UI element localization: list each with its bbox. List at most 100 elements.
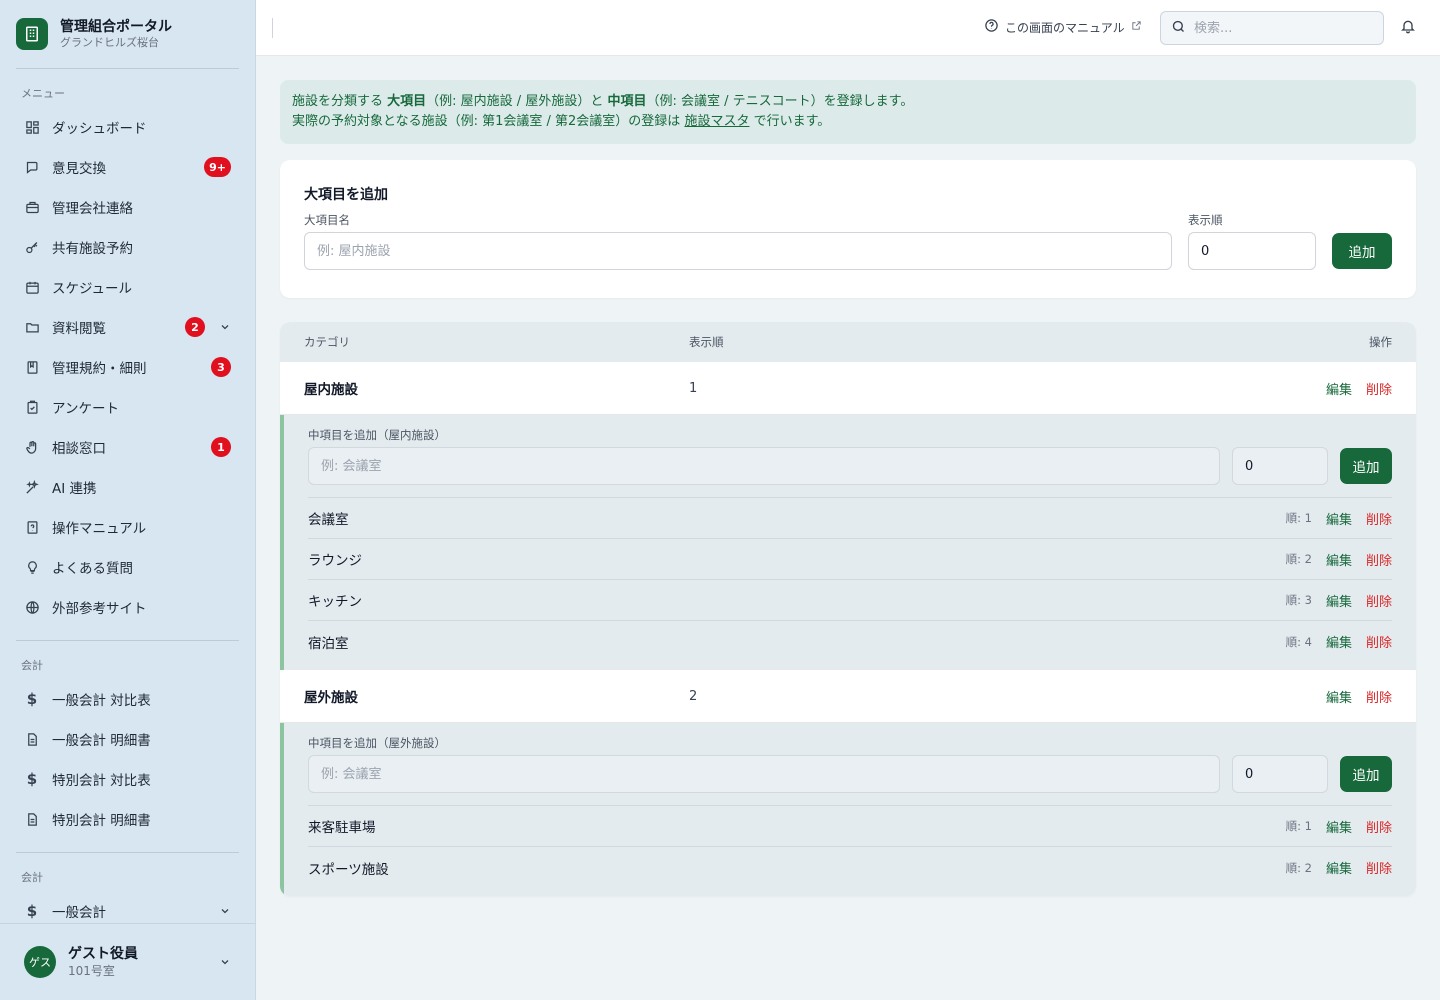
edit-button[interactable]: 編集	[1326, 591, 1352, 610]
subcategory-order: 順: 2	[1285, 552, 1312, 566]
book-icon	[24, 359, 40, 375]
delete-button[interactable]: 削除	[1366, 817, 1392, 836]
sidebar-item-survey[interactable]: アンケート	[0, 387, 255, 427]
table-header: カテゴリ 表示順 操作	[280, 322, 1416, 362]
notification-badge: 3	[211, 357, 231, 377]
add-subcategory-label: 中項目を追加（屋内施設）	[308, 428, 446, 442]
notification-badge: 1	[211, 437, 231, 457]
screen-manual-link[interactable]: この画面のマニュアル	[984, 18, 1142, 36]
sparkle-icon	[24, 479, 40, 495]
add-subcategory-form: 追加	[308, 755, 1392, 806]
sidebar-item-facility-booking[interactable]: 共有施設予約	[0, 227, 255, 267]
chevron-down-icon[interactable]	[219, 956, 231, 968]
sidebar-item-management-contact[interactable]: 管理会社連絡	[0, 187, 255, 227]
category-name-label: 大項目名	[304, 213, 350, 227]
edit-button[interactable]: 編集	[1326, 632, 1352, 651]
sidebar-item-label: 共有施設予約	[52, 241, 133, 257]
sidebar-item-consultation[interactable]: 相談窓口 1	[0, 427, 255, 467]
sidebar-item-manual[interactable]: 操作マニュアル	[0, 507, 255, 547]
sidebar-item-special-comparison[interactable]: $ 特別会計 対比表	[0, 759, 255, 799]
user-menu[interactable]: ゲス ゲスト役員 101号室	[0, 923, 255, 1000]
category-table: カテゴリ 表示順 操作 屋内施設 1 編集 削除 中項目を追加（屋内施設） 追加…	[280, 322, 1416, 896]
category-order-input[interactable]	[1188, 232, 1316, 270]
delete-button[interactable]: 削除	[1366, 858, 1392, 877]
calendar-icon	[24, 279, 40, 295]
subcategory-name-input[interactable]	[308, 447, 1220, 485]
category-row: 屋外施設 2 編集 削除	[280, 670, 1416, 723]
dollar-icon: $	[26, 690, 38, 708]
sidebar-item-general-statement[interactable]: 一般会計 明細書	[0, 719, 255, 759]
subcategory-name: キッチン	[308, 594, 362, 610]
category-order-label: 表示順	[1188, 213, 1223, 227]
search-icon	[1171, 19, 1186, 38]
subcategory-row: 宿泊室 順: 4 編集 削除	[308, 621, 1392, 662]
sidebar-item-general-comparison[interactable]: $ 一般会計 対比表	[0, 679, 255, 719]
sidebar-item-dashboard[interactable]: ダッシュボード	[0, 107, 255, 147]
sidebar-item-label: スケジュール	[52, 281, 133, 297]
subcategory-name: 宿泊室	[308, 635, 349, 652]
add-subcategory-label: 中項目を追加（屋外施設）	[308, 736, 446, 750]
search-box[interactable]	[1160, 11, 1384, 45]
edit-button[interactable]: 編集	[1326, 550, 1352, 569]
sidebar: 管理組合ポータル グランドヒルズ桜台 メニュー ダッシュボード 意見交換 9+ …	[0, 0, 256, 1000]
help-circle-icon	[984, 18, 999, 36]
sidebar-item-faq[interactable]: よくある質問	[0, 547, 255, 587]
add-category-button[interactable]: 追加	[1332, 233, 1392, 269]
lightbulb-icon	[24, 559, 40, 575]
sidebar-item-label: AI 連携	[52, 481, 97, 497]
sidebar-item-external-sites[interactable]: 外部参考サイト	[0, 587, 255, 627]
hand-icon	[24, 439, 40, 455]
bell-icon[interactable]	[1400, 18, 1416, 38]
brand-title: 管理組合ポータル	[60, 19, 172, 35]
subcategory-order: 順: 2	[1285, 860, 1312, 875]
add-subcategory-button[interactable]: 追加	[1340, 756, 1392, 792]
delete-button[interactable]: 削除	[1366, 632, 1392, 651]
delete-button[interactable]: 削除	[1366, 687, 1392, 706]
facility-master-link[interactable]: 施設マスタ	[684, 114, 749, 129]
sidebar-item-bylaws[interactable]: 管理規約・細則 3	[0, 347, 255, 387]
add-category-form: 大項目名 表示順 追加	[304, 212, 1392, 270]
external-link-icon	[1131, 20, 1142, 34]
add-subcategory-button[interactable]: 追加	[1340, 448, 1392, 484]
column-header-category: カテゴリ	[304, 335, 350, 349]
subcategory-name: 来客駐車場	[308, 820, 376, 836]
subcategory-row: 会議室 順: 1 編集 削除	[308, 498, 1392, 539]
edit-button[interactable]: 編集	[1326, 858, 1352, 877]
chevron-down-icon[interactable]	[219, 321, 231, 333]
subcategory-order-input[interactable]	[1232, 447, 1328, 485]
avatar: ゲス	[24, 946, 56, 978]
delete-button[interactable]: 削除	[1366, 379, 1392, 398]
add-category-title: 大項目を追加	[304, 187, 388, 203]
delete-button[interactable]: 削除	[1366, 550, 1392, 569]
subcategory-name-input[interactable]	[308, 755, 1220, 793]
manual-icon	[24, 519, 40, 535]
subcategory-order-input[interactable]	[1232, 755, 1328, 793]
sidebar-item-schedule[interactable]: スケジュール	[0, 267, 255, 307]
dollar-icon: $	[26, 770, 38, 788]
chat-icon	[24, 159, 40, 175]
search-input[interactable]	[1194, 20, 1364, 36]
sidebar-item-label: 一般会計 対比表	[52, 693, 151, 709]
sidebar-item-label: 管理会社連絡	[52, 201, 133, 217]
user-room: 101号室	[68, 964, 115, 978]
sidebar-item-label: 相談窓口	[52, 441, 106, 457]
edit-button[interactable]: 編集	[1326, 817, 1352, 836]
edit-button[interactable]: 編集	[1326, 687, 1352, 706]
sidebar-item-documents[interactable]: 資料閲覧 2	[0, 307, 255, 347]
edit-button[interactable]: 編集	[1326, 509, 1352, 528]
sidebar-item-ai[interactable]: AI 連携	[0, 467, 255, 507]
sidebar-item-opinions[interactable]: 意見交換 9+	[0, 147, 255, 187]
category-order: 1	[689, 380, 698, 396]
delete-button[interactable]: 削除	[1366, 591, 1392, 610]
delete-button[interactable]: 削除	[1366, 509, 1392, 528]
category-name: 屋内施設	[304, 382, 358, 398]
info-text: 実際の予約対象となる施設（例: 第1会議室 / 第2会議室）の登録は	[292, 114, 685, 129]
brand[interactable]: 管理組合ポータル グランドヒルズ桜台	[0, 0, 255, 68]
sidebar-item-special-statement[interactable]: 特別会計 明細書	[0, 799, 255, 839]
edit-button[interactable]: 編集	[1326, 379, 1352, 398]
subcategory-order: 順: 1	[1285, 511, 1312, 525]
category-name-input[interactable]	[304, 232, 1172, 270]
sidebar-item-label: よくある質問	[52, 561, 133, 577]
building-icon	[16, 18, 48, 50]
chevron-down-icon[interactable]	[219, 905, 231, 917]
